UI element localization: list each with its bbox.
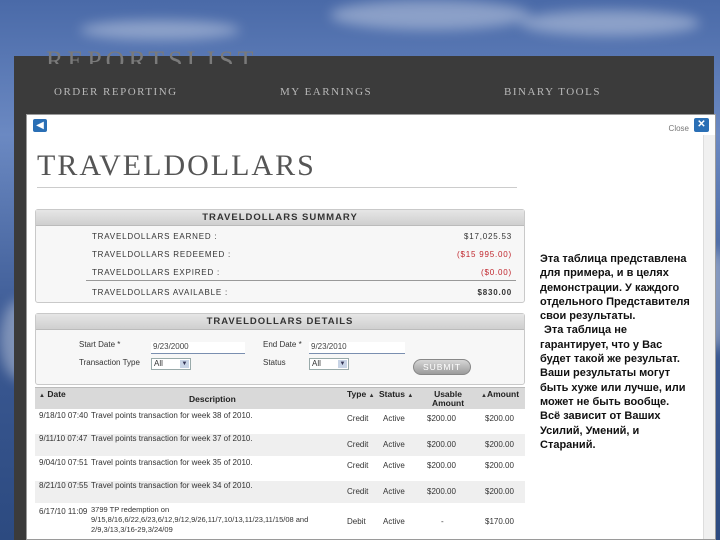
close-x-icon[interactable]: ✕ bbox=[694, 118, 709, 132]
summary-label: TRAVELDOLLARS REDEEMED : bbox=[92, 250, 232, 259]
cell-status: Active bbox=[383, 461, 405, 470]
cell-type: Credit bbox=[347, 487, 369, 496]
summary-label: TRAVELDOLLARS EARNED : bbox=[92, 232, 218, 241]
cell-type: Debit bbox=[347, 517, 366, 526]
cell-status: Active bbox=[383, 517, 405, 526]
column-label: Type bbox=[347, 389, 367, 399]
column-header-status[interactable]: Status ▲ bbox=[379, 390, 413, 401]
column-label: Amount bbox=[486, 389, 520, 399]
nav-my-earnings[interactable]: MY EARNINGS bbox=[280, 86, 372, 98]
table-row[interactable]: 9/11/10 07:47 Travel points transaction … bbox=[35, 434, 525, 456]
page-title: TRAVELDOLLARS bbox=[37, 149, 316, 182]
summary-row-earned: TRAVELDOLLARS EARNED : $17,025.53 bbox=[92, 232, 512, 241]
column-header-date[interactable]: ▲ Date bbox=[39, 390, 66, 401]
end-date-input[interactable]: 9/23/2010 bbox=[309, 342, 405, 354]
cell-amount: $200.00 bbox=[485, 440, 514, 449]
cell-amount: $200.00 bbox=[485, 461, 514, 470]
column-label: Date bbox=[47, 389, 66, 399]
column-header-usable-amount[interactable]: Usable Amount bbox=[425, 390, 471, 408]
title-divider bbox=[37, 187, 517, 188]
summary-row-available: TRAVELDOLLARS AVAILABLE : $830.00 bbox=[92, 288, 512, 297]
disclaimer-paragraph-2: Эта таблица не гарантирует, что у Вас бу… bbox=[540, 324, 686, 451]
end-date-label: End Date * bbox=[263, 340, 302, 349]
cell-status: Active bbox=[383, 440, 405, 449]
cell-description: Travel points transaction for week 34 of… bbox=[91, 481, 253, 490]
summary-row-expired: TRAVELDOLLARS EXPIRED : ($0.00) bbox=[92, 268, 512, 277]
back-arrow-icon[interactable]: ◀ bbox=[33, 119, 47, 132]
summary-row-redeemed: TRAVELDOLLARS REDEEMED : ($15 995.00) bbox=[92, 250, 512, 259]
cell-date: 6/17/10 11:09 bbox=[39, 507, 88, 516]
nav-binary-tools[interactable]: BINARY TOOLS bbox=[504, 86, 601, 98]
cell-usable-amount: $200.00 bbox=[427, 461, 456, 470]
cell-description: Travel points transaction for week 38 of… bbox=[91, 411, 253, 420]
submit-button[interactable]: SUBMIT bbox=[413, 359, 471, 375]
summary-amount: ($15 995.00) bbox=[457, 250, 512, 259]
transaction-type-label: Transaction Type bbox=[79, 358, 140, 367]
table-row[interactable]: 9/18/10 07:40 Travel points transaction … bbox=[35, 411, 525, 433]
summary-heading: TRAVELDOLLARS SUMMARY bbox=[36, 210, 524, 226]
nav-order-reporting[interactable]: ORDER REPORTING bbox=[54, 86, 178, 98]
status-label: Status bbox=[263, 358, 286, 367]
start-date-label: Start Date * bbox=[79, 340, 121, 349]
table-row[interactable]: 6/17/10 11:09 3799 TP redemption on 9/15… bbox=[35, 505, 525, 539]
summary-label: TRAVELDOLLARS AVAILABLE : bbox=[92, 288, 229, 297]
modal-toolbar: ◀ Close ✕ bbox=[27, 115, 715, 135]
cell-usable-amount: $200.00 bbox=[427, 414, 456, 423]
status-select[interactable]: All ▼ bbox=[309, 358, 349, 370]
chevron-down-icon: ▼ bbox=[338, 360, 347, 368]
background-app-title: REPORTSLIST bbox=[46, 46, 258, 64]
cell-status: Active bbox=[383, 414, 405, 423]
chevron-down-icon: ▼ bbox=[180, 360, 189, 368]
transaction-type-select[interactable]: All ▼ bbox=[151, 358, 191, 370]
summary-divider bbox=[86, 280, 516, 281]
cell-status: Active bbox=[383, 487, 405, 496]
cell-type: Credit bbox=[347, 440, 369, 449]
transaction-type-value: All bbox=[154, 359, 163, 368]
status-value: All bbox=[312, 359, 321, 368]
summary-panel: TRAVELDOLLARS SUMMARY TRAVELDOLLARS EARN… bbox=[35, 209, 525, 303]
summary-label: TRAVELDOLLARS EXPIRED : bbox=[92, 268, 221, 277]
cell-type: Credit bbox=[347, 461, 369, 470]
cell-usable-amount: $200.00 bbox=[427, 440, 456, 449]
column-label: Status bbox=[379, 389, 405, 399]
details-heading: TRAVELDOLLARS DETAILS bbox=[36, 314, 524, 330]
cell-usable-amount: $200.00 bbox=[427, 487, 456, 496]
cell-description: Travel points transaction for week 35 of… bbox=[91, 458, 253, 467]
table-row[interactable]: 9/04/10 07:51 Travel points transaction … bbox=[35, 458, 525, 480]
close-label[interactable]: Close bbox=[669, 124, 689, 133]
cell-date: 9/11/10 07:47 bbox=[39, 434, 88, 443]
column-header-description[interactable]: Description bbox=[189, 395, 236, 404]
table-header: ▲ Date Description Type ▲ Status ▲ Usabl… bbox=[35, 387, 525, 409]
cell-date: 9/04/10 07:51 bbox=[39, 458, 88, 467]
start-date-input[interactable]: 9/23/2000 bbox=[151, 342, 245, 354]
cell-amount: $200.00 bbox=[485, 487, 514, 496]
cell-date: 8/21/10 07:55 bbox=[39, 481, 88, 490]
table-row[interactable]: 8/21/10 07:55 Travel points transaction … bbox=[35, 481, 525, 503]
cell-amount: $170.00 bbox=[485, 517, 514, 526]
cell-usable-amount: - bbox=[441, 517, 444, 526]
cell-description: 3799 TP redemption on 9/15,8/16,6/22,6/2… bbox=[91, 505, 309, 534]
column-header-amount[interactable]: ▲Amount bbox=[481, 390, 519, 401]
summary-amount: $830.00 bbox=[477, 288, 512, 297]
column-header-type[interactable]: Type ▲ bbox=[347, 390, 375, 401]
cell-date: 9/18/10 07:40 bbox=[39, 411, 88, 420]
cell-amount: $200.00 bbox=[485, 414, 514, 423]
summary-amount: $17,025.53 bbox=[463, 232, 512, 241]
disclaimer-paragraph-1: Эта таблица представлена для примера, и … bbox=[540, 253, 690, 323]
cell-description: Travel points transaction for week 37 of… bbox=[91, 434, 253, 443]
modal-scrollbar[interactable] bbox=[703, 135, 715, 539]
slide-disclaimer-text: Эта таблица представлена для примера, и … bbox=[540, 252, 690, 452]
summary-amount: ($0.00) bbox=[481, 268, 512, 277]
cell-type: Credit bbox=[347, 414, 369, 423]
